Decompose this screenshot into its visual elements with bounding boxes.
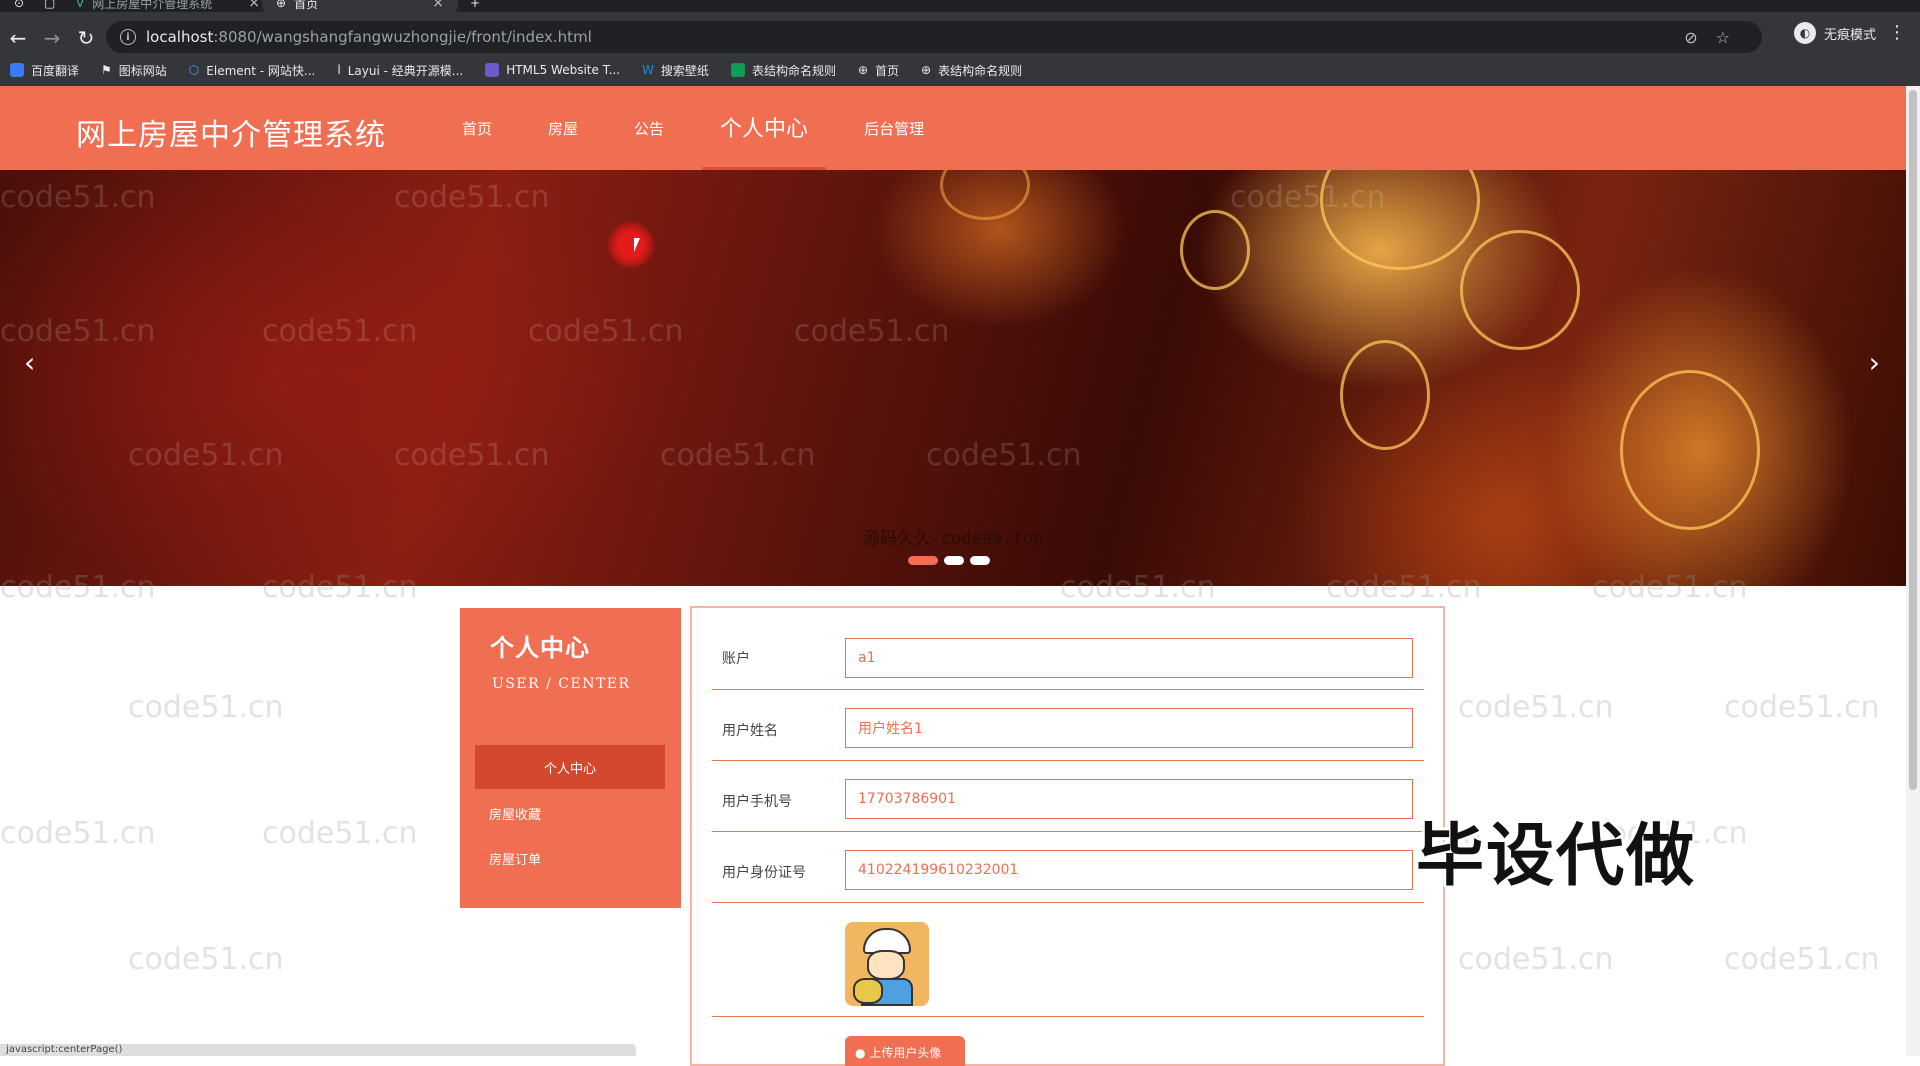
close-tab-icon[interactable]: × xyxy=(432,0,444,11)
bookmark-item[interactable]: HTML5 Website T... xyxy=(485,63,620,77)
phone-input[interactable]: 17703786901 xyxy=(845,779,1413,819)
upload-icon: ● xyxy=(855,1046,866,1060)
bookmark-item[interactable]: 表结构命名规则 xyxy=(730,62,836,79)
form-row: 用户姓名 用户姓名1 xyxy=(712,690,1424,761)
browser-tab-strip: ⊙ ▢ V 网上房屋中介管理系统 × ⊕ 首页 × + xyxy=(0,0,1920,12)
upload-avatar-button[interactable]: ● 上传用户头像 xyxy=(845,1036,965,1066)
eye-off-icon[interactable]: ⊘ xyxy=(1684,28,1697,47)
main-nav: 首页 房屋 公告 个人中心 后台管理 xyxy=(444,86,962,170)
incognito-indicator[interactable]: ◐ 无痕模式 xyxy=(1793,22,1876,44)
account-input[interactable]: a1 xyxy=(845,638,1413,678)
forward-button[interactable]: → xyxy=(36,22,68,54)
avatar-dog xyxy=(853,978,883,1004)
site-info-icon[interactable]: i xyxy=(120,29,136,45)
element-icon: ⬡ xyxy=(188,63,200,77)
site-header: 网上房屋中介管理系统 首页 房屋 公告 个人中心 后台管理 xyxy=(0,86,1906,170)
id-number-input[interactable]: 410224199610232001 xyxy=(845,850,1413,890)
form-row: 账户 a1 xyxy=(712,608,1424,690)
sidebar-item-orders[interactable]: 房屋订单 xyxy=(489,849,541,868)
banner-carousel: code51.cn code51.cn code51.cn code51.cn … xyxy=(0,170,1906,586)
user-avatar xyxy=(845,922,929,1006)
field-label: 账户 xyxy=(722,651,750,667)
site-title[interactable]: 网上房屋中介管理系统 xyxy=(76,110,386,154)
bookmark-item[interactable]: ⊕ 表结构命名规则 xyxy=(921,62,1022,79)
html5-icon xyxy=(485,63,500,77)
new-tab-button[interactable]: + xyxy=(470,0,480,12)
chevron-right-icon[interactable]: › xyxy=(1869,346,1880,379)
nav-houses[interactable]: 房屋 xyxy=(530,86,596,170)
sheet-icon xyxy=(730,63,745,77)
bookmark-item[interactable]: ⚑ 图标网站 xyxy=(101,62,167,79)
field-label: 用户身份证号 xyxy=(722,865,806,881)
banner-decoration xyxy=(1620,370,1760,530)
tab-admin[interactable]: V 网上房屋中介管理系统 × xyxy=(76,0,260,12)
avatar-face xyxy=(867,950,905,980)
banner-decoration xyxy=(1320,170,1480,270)
more-menu-icon[interactable]: ⋮ xyxy=(1888,22,1906,43)
tab-home[interactable]: ⊕ 首页 × xyxy=(262,0,458,12)
globe-icon: ⊕ xyxy=(857,63,869,77)
vue-icon: V xyxy=(76,0,85,10)
nav-user-center[interactable]: 个人中心 xyxy=(702,86,827,170)
form-row xyxy=(712,903,1424,1017)
reload-button[interactable]: ↻ xyxy=(70,22,102,54)
bookmarks-bar: 百度翻译 ⚑ 图标网站 ⬡ Element - 网站快... ⅼ Layui - 经典… xyxy=(0,54,1920,86)
globe-icon: ⊕ xyxy=(276,0,287,10)
browser-status-bar: javascript:centerPage() xyxy=(0,1044,636,1056)
nav-admin[interactable]: 后台管理 xyxy=(846,86,942,170)
form-row: 用户手机号 17703786901 xyxy=(712,761,1424,832)
chevron-left-icon[interactable]: ‹ xyxy=(24,346,35,379)
bookmark-item[interactable]: W 搜索壁纸 xyxy=(642,62,709,79)
banner-caption: 源码久久-code99.top xyxy=(862,529,1044,549)
sidebar-item-favorites[interactable]: 房屋收藏 xyxy=(489,804,541,823)
sidebar-title: 个人中心 xyxy=(490,634,590,662)
address-bar[interactable]: i localhost:8080/wangshangfangwuzhongjie… xyxy=(106,21,1762,53)
page-scrollbar[interactable] xyxy=(1906,86,1920,1056)
nav-home[interactable]: 首页 xyxy=(444,86,510,170)
translate-icon xyxy=(10,63,24,77)
profile-form: 账户 a1 用户姓名 用户姓名1 用户手机号 17703786901 用户身份证… xyxy=(690,606,1445,1066)
field-label: 用户姓名 xyxy=(722,723,778,739)
nav-notices[interactable]: 公告 xyxy=(616,86,682,170)
sidebar-item-user-center[interactable]: 个人中心 xyxy=(475,745,665,789)
wallpaper-icon: W xyxy=(642,63,654,77)
field-label: 用户手机号 xyxy=(722,794,792,810)
flag-icon: ⚑ xyxy=(101,63,112,77)
bookmark-item[interactable]: 百度翻译 xyxy=(10,62,79,79)
bookmark-item[interactable]: ⬡ Element - 网站快... xyxy=(189,62,316,79)
banner-decoration xyxy=(1340,340,1430,450)
close-tab-icon[interactable]: × xyxy=(248,0,260,11)
carousel-indicators xyxy=(908,556,990,565)
incognito-icon: ◐ xyxy=(1793,22,1816,44)
banner-decoration xyxy=(940,170,1030,220)
mouse-cursor-icon xyxy=(634,238,640,252)
bookmark-item[interactable]: ⅼ Layui - 经典开源模... xyxy=(337,62,463,79)
back-button[interactable]: ← xyxy=(2,22,34,54)
name-input[interactable]: 用户姓名1 xyxy=(845,708,1413,748)
carousel-dot[interactable] xyxy=(944,556,964,565)
tab-blank[interactable]: ▢ xyxy=(44,0,55,12)
chrome-icon[interactable]: ⊙ xyxy=(14,0,24,12)
scrollbar-thumb[interactable] xyxy=(1909,90,1917,790)
carousel-dot[interactable] xyxy=(908,556,938,565)
click-indicator xyxy=(608,222,654,268)
bookmark-item[interactable]: ⊕ 首页 xyxy=(858,62,899,79)
overlay-promo-text: 毕设代做 xyxy=(1416,817,1697,896)
banner-decoration xyxy=(1180,210,1250,290)
carousel-dot[interactable] xyxy=(970,556,990,565)
star-icon[interactable]: ☆ xyxy=(1716,28,1730,47)
banner-decoration xyxy=(1460,230,1580,350)
layui-icon: ⅼ xyxy=(337,63,341,77)
sidebar-subtitle: USER / CENTER xyxy=(492,676,631,692)
globe-icon: ⊕ xyxy=(921,63,932,77)
user-center-sidebar: 个人中心 USER / CENTER 个人中心 房屋收藏 房屋订单 xyxy=(460,608,681,908)
form-row: 用户身份证号 410224199610232001 xyxy=(712,832,1424,903)
